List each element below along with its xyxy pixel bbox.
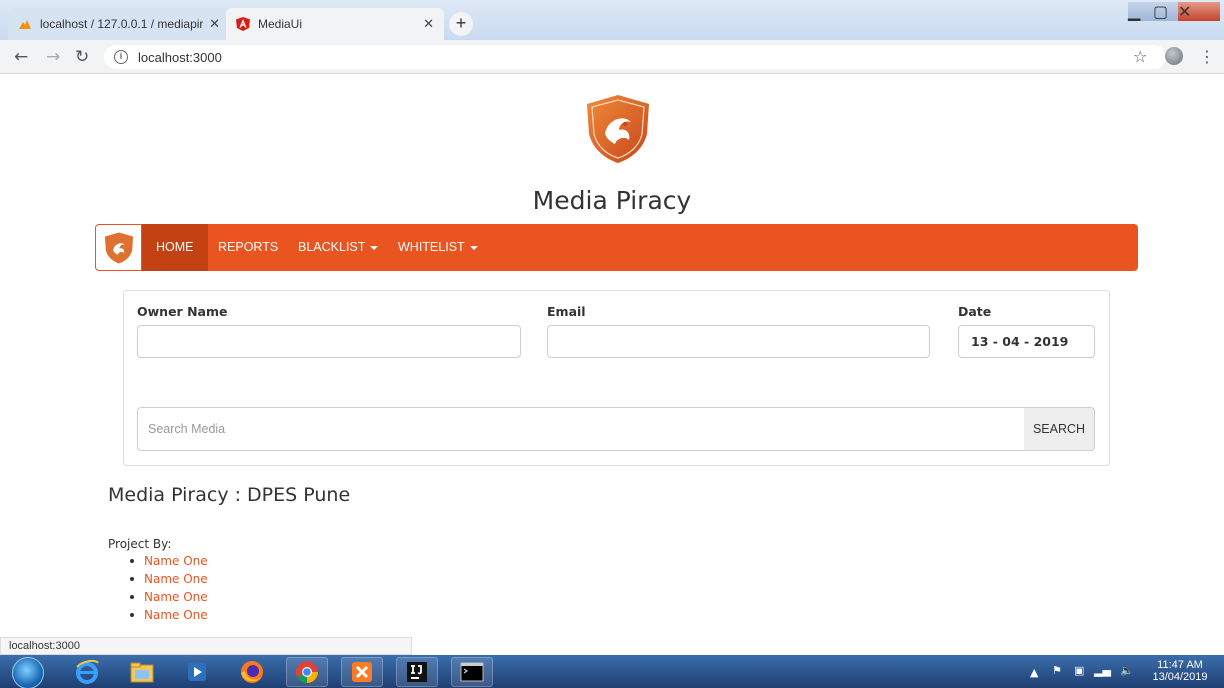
nav-home[interactable]: HOME — [142, 224, 208, 271]
project-by-label: Project By: — [108, 537, 172, 551]
date-label: Date — [958, 304, 992, 319]
nav-blacklist[interactable]: BLACKLIST — [298, 224, 379, 271]
cmd-icon[interactable] — [451, 657, 493, 687]
shield-logo-icon — [104, 232, 133, 263]
tab-title: MediaUi — [258, 17, 303, 31]
media-player-icon[interactable] — [176, 657, 218, 687]
caret-down-icon — [469, 245, 478, 250]
project-members-list: Name One Name One Name One Name One — [130, 552, 208, 624]
intellij-icon[interactable] — [396, 657, 438, 687]
chrome-icon[interactable] — [286, 657, 328, 687]
maximize-button[interactable]: ▢ — [1153, 2, 1179, 21]
tab-close-icon[interactable]: ✕ — [209, 16, 220, 32]
taskbar-clock[interactable]: 11:47 AM 13/04/2019 — [1150, 659, 1210, 683]
clock-date: 13/04/2019 — [1152, 671, 1208, 683]
member-name: Name One — [130, 588, 208, 606]
tab-title: localhost / 127.0.0.1 / mediapirac — [40, 17, 204, 31]
close-window-button[interactable]: ✕ — [1178, 2, 1220, 21]
volume-icon[interactable]: 🔈 — [1120, 664, 1134, 677]
url-bar[interactable]: i localhost:3000 — [104, 45, 1166, 69]
clock-time: 11:47 AM — [1157, 659, 1203, 671]
info-icon[interactable]: i — [114, 50, 128, 64]
menu-kebab-icon[interactable]: ⋮ — [1199, 47, 1215, 66]
firefox-icon[interactable] — [231, 657, 273, 687]
tab-close-icon[interactable]: ✕ — [423, 16, 434, 32]
network-icon[interactable]: ▂▄ — [1094, 664, 1111, 677]
media-piracy-logo — [587, 95, 649, 163]
nav-blacklist-label: BLACKLIST — [298, 240, 366, 254]
action-center-flag-icon[interactable]: ⚑ — [1052, 664, 1062, 677]
member-name: Name One — [130, 552, 208, 570]
site-title: Media Piracy — [532, 186, 692, 215]
url-text: localhost:3000 — [138, 49, 222, 65]
search-media-input[interactable] — [137, 407, 1025, 451]
owner-name-label: Owner Name — [137, 304, 228, 319]
email-input[interactable] — [547, 325, 930, 358]
date-input[interactable] — [958, 325, 1095, 358]
tab-phpmyadmin[interactable]: localhost / 127.0.0.1 / mediapirac ✕ — [8, 8, 230, 40]
member-name: Name One — [130, 570, 208, 588]
forward-icon[interactable]: → — [46, 47, 60, 67]
nav-reports[interactable]: REPORTS — [218, 224, 278, 271]
internet-explorer-icon[interactable] — [66, 657, 108, 687]
address-bar-row: ← → ↻ i localhost:3000 — [0, 40, 1224, 74]
tray-expand-icon[interactable]: ▲ — [1030, 666, 1038, 679]
navbar-brand-logo[interactable] — [96, 225, 141, 270]
reload-icon[interactable]: ↻ — [75, 47, 89, 67]
start-orb-icon[interactable] — [12, 657, 44, 688]
main-navbar: HOME REPORTS BLACKLIST WHITELIST — [95, 224, 1138, 271]
file-explorer-icon[interactable] — [121, 657, 163, 687]
xampp-icon[interactable] — [341, 657, 383, 687]
new-tab-button[interactable]: + — [449, 12, 473, 36]
angular-icon — [236, 17, 250, 31]
back-icon[interactable]: ← — [14, 47, 28, 67]
tray-device-icon[interactable]: ▣ — [1074, 664, 1084, 677]
status-bar-url: localhost:3000 — [0, 637, 412, 655]
caret-down-icon — [370, 245, 379, 250]
phpmyadmin-icon — [19, 20, 31, 29]
email-label: Email — [547, 304, 586, 319]
search-button[interactable]: SEARCH — [1024, 407, 1095, 451]
minimize-button[interactable]: ▁ — [1128, 2, 1154, 21]
member-name: Name One — [130, 606, 208, 624]
owner-name-input[interactable] — [137, 325, 521, 358]
profile-avatar[interactable] — [1165, 47, 1183, 65]
nav-whitelist[interactable]: WHITELIST — [398, 224, 478, 271]
footer-heading: Media Piracy : DPES Pune — [108, 484, 351, 506]
nav-whitelist-label: WHITELIST — [398, 240, 465, 254]
bookmark-star-icon[interactable]: ☆ — [1133, 47, 1147, 66]
tab-mediaui[interactable]: MediaUi ✕ — [226, 8, 444, 40]
